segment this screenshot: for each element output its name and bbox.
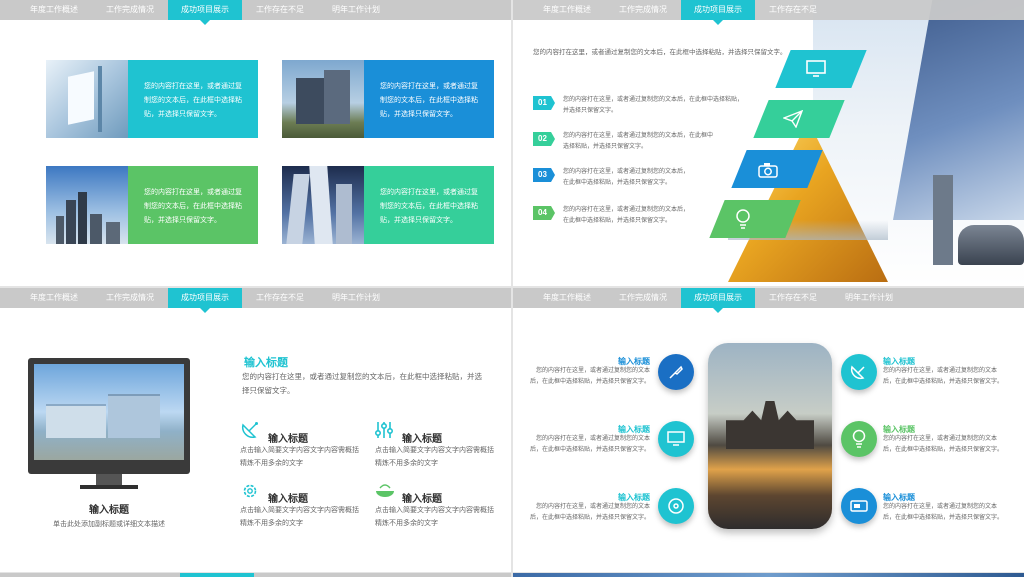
monitor-icon: [806, 60, 826, 77]
nav-item-active[interactable]: 成功项目展示: [681, 0, 755, 25]
dish-bowl-icon: [376, 484, 394, 497]
monitor-screen-photo: [34, 364, 184, 460]
card-text: 您的内容打在这里，或者通过复制您的文本后，在此框中选择粘贴，并选择只保留文字。: [144, 83, 242, 118]
center-photo-parliament: [708, 343, 832, 529]
gear-icon: [243, 484, 257, 498]
nav-item[interactable]: 工作完成情况: [92, 0, 168, 20]
step-badge-04: 04: [533, 206, 555, 220]
nav-item[interactable]: 年度工作概述: [529, 288, 605, 308]
step-badge-03: 03: [533, 168, 555, 182]
nav-item-active[interactable]: 成功项目展示: [681, 288, 755, 313]
photo-city-skyline: [46, 166, 128, 244]
step-text: 您的内容打在这里，或者通过复制您的文本后，在此框中选择粘贴，并选择只保留文字。: [563, 133, 714, 150]
nav-item[interactable]: 工作完成情况: [92, 288, 168, 308]
step-text: 您的内容打在这里，或者通过复制您的文本后，在此框中选择粘贴，并选择只保留文字。: [563, 169, 690, 186]
nav-item[interactable]: 年度工作概述: [529, 0, 605, 20]
text-card-blue: 您的内容打在这里，或者通过复制您的文本后，在此框中选择粘贴，并选择只保留文字。: [364, 60, 494, 138]
nav-item[interactable]: 明年工作计划: [318, 0, 394, 20]
item-text: 点击输入简要文字内容文字内容需概括精炼不用多余的文字: [240, 507, 359, 527]
card-text: 您的内容打在这里，或者通过复制您的文本后，在此框中选择粘贴，并选择只保留文字。: [380, 189, 478, 224]
item-text: 您的内容打在这里，或者通过复制您的文本后，在此框中选择粘贴，并选择只保留文字。: [883, 368, 1004, 385]
item-title: 输入标题: [268, 434, 308, 445]
item-title: 输入标题: [268, 494, 308, 505]
nav-bar: 年度工作概述 工作完成情况 成功项目展示 工作存在不足: [513, 0, 1024, 25]
lightbulb-icon: [736, 209, 750, 229]
item-text: 您的内容打在这里，或者通过复制您的文本后，在此框中选择粘贴，并选择只保留文字。: [529, 436, 650, 453]
nav-item-active[interactable]: 成功项目展示: [168, 0, 242, 25]
text-card-cyan: 您的内容打在这里，或者通过复制您的文本后，在此框中选择粘贴，并选择只保留文字。: [128, 60, 258, 138]
card-text: 您的内容打在这里，或者通过复制您的文本后，在此框中选择粘贴，并选择只保留文字。: [144, 189, 242, 224]
nav-item[interactable]: 明年工作计划: [318, 288, 394, 308]
monitor-caption: 单击此处添加副标题或详细文本描述: [53, 521, 165, 528]
paper-plane-icon: [783, 110, 803, 128]
item-title: 输入标题: [402, 434, 442, 445]
item-text: 点击输入简要文字内容文字内容需概括精炼不用多余的文字: [375, 507, 494, 527]
paint-brush-icon: [669, 365, 683, 379]
item-text: 点击输入简要文字内容文字内容需概括精炼不用多余的文字: [240, 447, 359, 467]
monitor-icon: [667, 431, 685, 446]
nav-item[interactable]: 年度工作概述: [16, 288, 92, 308]
nav-item[interactable]: 工作完成情况: [605, 288, 681, 308]
photo-interior: [46, 60, 128, 138]
next-slide-strip-left: [0, 573, 511, 577]
nav-item[interactable]: 工作存在不足: [242, 0, 318, 20]
card-text: 您的内容打在这里，或者通过复制您的文本后，在此框中选择粘贴，并选择只保留文字。: [380, 83, 478, 118]
text-card-green: 您的内容打在这里，或者通过复制您的文本后，在此框中选择粘贴，并选择只保留文字。: [128, 166, 258, 244]
slide-2[interactable]: 您的内容打在这里，或者通过复制您的文本后，在此框中选择粘贴，并选择只保留文字。 …: [513, 0, 1024, 286]
para-tile-lightbulb: [709, 200, 801, 238]
nav-item[interactable]: 工作完成情况: [605, 0, 681, 20]
photo-office-building: [282, 60, 364, 138]
nav-item[interactable]: 工作存在不足: [242, 288, 318, 308]
satellite-dish-icon: [850, 365, 865, 380]
item-text: 点击输入简要文字内容文字内容需概括精炼不用多余的文字: [375, 447, 494, 467]
step-badge-01: 01: [533, 96, 555, 110]
photo-skyscrapers: [282, 166, 364, 244]
item-text: 您的内容打在这里，或者通过复制您的文本后，在此框中选择粘贴，并选择只保留文字。: [529, 504, 650, 521]
nav-item[interactable]: 工作存在不足: [755, 288, 831, 308]
slide-3[interactable]: 年度工作概述 工作完成情况 成功项目展示 工作存在不足 明年工作计划 输入标题 …: [0, 288, 511, 572]
monitor-title: 输入标题: [89, 505, 129, 516]
step-text: 您的内容打在这里，或者通过复制您的文本后，在此框中选择粘贴，并选择只保留文字。: [563, 97, 744, 114]
nav-item[interactable]: 明年工作计划: [831, 288, 907, 308]
radio-icon: [850, 500, 868, 512]
slide-4[interactable]: 年度工作概述 工作完成情况 成功项目展示 工作存在不足 明年工作计划 输入标题 …: [513, 288, 1024, 572]
item-title: 输入标题: [402, 494, 442, 505]
nav-bar: 年度工作概述 工作完成情况 成功项目展示 工作存在不足 明年工作计划: [0, 288, 511, 313]
step-text: 您的内容打在这里，或者通过复制您的文本后，在此框中选择粘贴，并选择只保留文字。: [563, 207, 690, 224]
nav-item-active[interactable]: 成功项目展示: [168, 288, 242, 313]
nav-bar: 年度工作概述 工作完成情况 成功项目展示 工作存在不足 明年工作计划: [513, 288, 1024, 313]
camera-icon: [758, 163, 778, 178]
monitor-base: [80, 485, 138, 489]
lightbulb-icon: [852, 429, 866, 448]
item-text: 您的内容打在这里，或者通过复制您的文本后，在此框中选择粘贴，并选择只保留文字。: [883, 436, 1004, 453]
slide-1[interactable]: 年度工作概述 工作完成情况 成功项目展示 工作存在不足 明年工作计划 您的内容打…: [0, 0, 511, 286]
intro-text: 您的内容打在这里，或者通过复制您的文本后，在此框中选择粘贴，并选择只保留文字。: [533, 49, 787, 56]
step-badge-02: 02: [533, 132, 555, 146]
next-slide-strip-right: [513, 573, 1024, 577]
main-body: 您的内容打在这里，或者通过复制您的文本后，在此框中选择粘贴，并选择只保留文字。: [242, 372, 482, 395]
satellite-dish-icon: [241, 422, 258, 439]
disc-icon: [668, 498, 684, 514]
text-card-teal: 您的内容打在这里，或者通过复制您的文本后，在此框中选择粘贴，并选择只保留文字。: [364, 166, 494, 244]
nav-bar: 年度工作概述 工作完成情况 成功项目展示 工作存在不足 明年工作计划: [0, 0, 511, 25]
item-text: 您的内容打在这里，或者通过复制您的文本后，在此框中选择粘贴，并选择只保留文字。: [883, 504, 1004, 521]
nav-item[interactable]: 年度工作概述: [16, 0, 92, 20]
sliders-icon: [374, 422, 394, 438]
main-title: 输入标题: [244, 357, 288, 369]
nav-item[interactable]: 工作存在不足: [755, 0, 831, 20]
item-text: 您的内容打在这里，或者通过复制您的文本后，在此框中选择粘贴，并选择只保留文字。: [529, 368, 650, 385]
